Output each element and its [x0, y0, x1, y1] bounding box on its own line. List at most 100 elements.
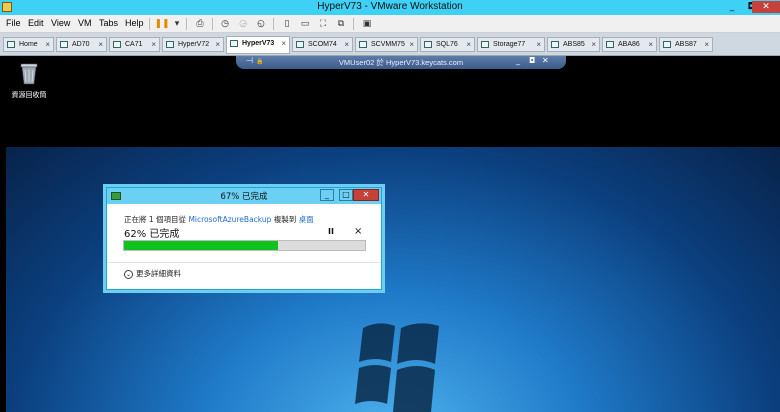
tab-label: CA71	[125, 41, 143, 48]
console-view-icon[interactable]: ▭	[298, 17, 312, 30]
vm-icon	[60, 41, 68, 48]
vm-icon	[481, 41, 489, 48]
vm-icon	[551, 41, 559, 48]
power-dropdown-icon[interactable]: ▾	[170, 17, 184, 30]
menu-file[interactable]: File	[6, 18, 21, 28]
vm-icon	[166, 41, 174, 48]
snapshot-take-icon[interactable]: ◷	[218, 17, 232, 30]
tab-ca71[interactable]: CA71 ×	[109, 37, 160, 52]
tab-close-icon[interactable]: ×	[98, 38, 103, 51]
app-title-bar: HyperV73 - VMware Workstation _ ◘ ✕	[0, 0, 780, 15]
status-mid: 複製到	[271, 215, 299, 224]
tab-scvmm75[interactable]: SCVMM75 ×	[355, 37, 418, 52]
tab-close-icon[interactable]: ×	[409, 38, 414, 51]
send-keys-icon[interactable]: ⎙	[193, 17, 207, 30]
fullscreen-icon[interactable]: ⛶	[316, 17, 330, 30]
status-prefix: 正在將 1 個項目從	[124, 215, 189, 224]
recycle-bin-label: 資源回收筒	[11, 91, 47, 99]
tab-label: ABS85	[563, 41, 585, 48]
tab-close-icon[interactable]: ×	[215, 38, 220, 51]
more-details-label: 更多詳細資料	[136, 269, 181, 278]
tab-close-icon[interactable]: ×	[281, 37, 286, 50]
percent-complete-text: 62% 已完成	[124, 229, 180, 240]
tab-label: Storage77	[493, 41, 526, 48]
stretch-view-icon[interactable]: ▣	[360, 17, 374, 30]
tab-close-icon[interactable]: ×	[704, 38, 709, 51]
vm-fullscreen-bar: ⊣ 🔒 VMUser02 於 HyperV73.keycats.com _ ◘ …	[236, 56, 566, 69]
menu-help[interactable]: Help	[125, 18, 144, 28]
vm-icon	[230, 40, 238, 47]
progress-fill	[124, 241, 279, 250]
tab-hyperv72[interactable]: HyperV72 ×	[162, 37, 224, 52]
toolbar-separator	[149, 18, 150, 30]
snapshot-revert-icon[interactable]: ◶	[236, 17, 250, 30]
vm-restore-button[interactable]: ◘	[529, 56, 535, 65]
vm-minimize-button[interactable]: _	[516, 56, 520, 65]
menu-vm[interactable]: VM	[78, 18, 92, 28]
unity-icon[interactable]: ⧉	[334, 17, 348, 30]
copy-progress-bar	[123, 240, 366, 251]
suspend-icon[interactable]: ❚❚	[154, 17, 169, 30]
tab-abs85[interactable]: ABS85 ×	[547, 37, 600, 52]
tab-close-icon[interactable]: ×	[466, 38, 471, 51]
pause-button[interactable]: II	[328, 227, 334, 236]
toolbar-separator	[212, 18, 213, 30]
tab-close-icon[interactable]: ×	[536, 38, 541, 51]
snapshot-manager-icon[interactable]: ◵	[254, 17, 268, 30]
tab-close-icon[interactable]: ×	[45, 38, 50, 51]
dialog-title-bar: 67% 已完成 _ □ ✕	[107, 188, 381, 204]
tab-abs87[interactable]: ABS87 ×	[659, 37, 713, 52]
toolbar-separator	[353, 18, 354, 30]
vm-icon	[606, 41, 614, 48]
minimize-button[interactable]: _	[724, 1, 740, 13]
copy-progress-dialog: 67% 已完成 _ □ ✕ 正在將 1 個項目從 MicrosoftAzureB…	[106, 187, 382, 290]
tab-label: SCOM74	[308, 41, 337, 48]
menu-tabs[interactable]: Tabs	[99, 18, 118, 28]
vm-close-button[interactable]: ✕	[542, 56, 549, 65]
tab-label: HyperV72	[178, 41, 210, 48]
more-details-toggle[interactable]: ⌄ 更多詳細資料	[124, 268, 181, 279]
recycle-bin-icon[interactable]	[18, 61, 40, 85]
sidebar-toggle-icon[interactable]: ▯	[280, 17, 294, 30]
dialog-minimize-button[interactable]: _	[320, 189, 334, 201]
destination-link[interactable]: 桌面	[299, 215, 314, 224]
tab-scom74[interactable]: SCOM74 ×	[292, 37, 353, 52]
tab-ad70[interactable]: AD70 ×	[56, 37, 107, 52]
tab-hyperv73[interactable]: HyperV73 ×	[226, 36, 290, 54]
toolbar-separator	[273, 18, 274, 30]
tab-label: ABA86	[618, 41, 640, 48]
vm-icon	[424, 41, 432, 48]
tab-label: HyperV73	[242, 40, 275, 47]
tab-close-icon[interactable]: ×	[591, 38, 596, 51]
vm-icon	[113, 41, 121, 48]
tab-close-icon[interactable]: ×	[344, 38, 349, 51]
tab-label: ABS87	[675, 41, 697, 48]
tab-sql76[interactable]: SQL76 ×	[420, 37, 475, 52]
tab-aba86[interactable]: ABA86 ×	[602, 37, 657, 52]
cancel-button[interactable]: ×	[354, 226, 362, 237]
copy-status-line: 正在將 1 個項目從 MicrosoftAzureBackup 複製到 桌面	[124, 214, 314, 225]
vm-tab-bar: Home × AD70 × CA71 × HyperV72 × HyperV73 × SC…	[0, 33, 780, 56]
close-button[interactable]: ✕	[752, 1, 780, 13]
dialog-divider	[107, 262, 381, 263]
vm-icon	[296, 41, 304, 48]
tab-home[interactable]: Home ×	[3, 37, 54, 52]
menu-edit[interactable]: Edit	[28, 18, 44, 28]
menu-view[interactable]: View	[51, 18, 70, 28]
dialog-maximize-button[interactable]: □	[339, 189, 353, 201]
tab-label: SQL76	[436, 41, 458, 48]
dialog-close-button[interactable]: ✕	[353, 189, 379, 201]
vm-icon	[359, 41, 367, 48]
home-icon	[7, 41, 15, 48]
tab-label: Home	[19, 41, 38, 48]
toolbar-separator	[186, 18, 187, 30]
menu-bar: File Edit View VM Tabs Help ❚❚ ▾ ⎙ ◷ ◶ ◵…	[0, 15, 780, 33]
source-link[interactable]: MicrosoftAzureBackup	[188, 215, 271, 224]
tab-storage77[interactable]: Storage77 ×	[477, 37, 545, 52]
tab-close-icon[interactable]: ×	[151, 38, 156, 51]
vm-icon	[663, 41, 671, 48]
tab-close-icon[interactable]: ×	[648, 38, 653, 51]
tab-label: SCVMM75	[371, 41, 405, 48]
windows-logo	[355, 323, 439, 412]
chevron-down-icon: ⌄	[124, 269, 133, 279]
